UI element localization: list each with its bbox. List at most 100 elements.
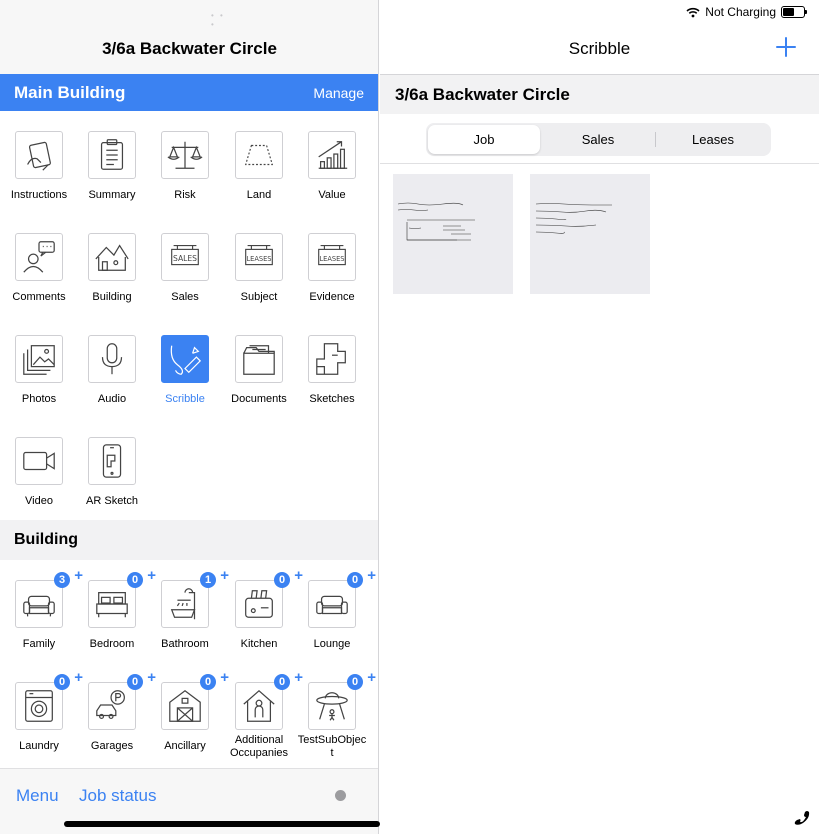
leases-sign-text: LEASES xyxy=(319,255,344,263)
tile-scribble[interactable]: Scribble xyxy=(145,335,225,406)
tile-evidence-box: LEASES xyxy=(308,233,356,281)
room-label: Bathroom xyxy=(161,638,209,650)
tile-label: Summary xyxy=(88,189,136,201)
segment-bar: Job Sales Leases xyxy=(380,114,819,164)
add-room-plus-icon[interactable]: + xyxy=(367,568,376,583)
tile-evidence[interactable]: LEASES Evidence xyxy=(292,233,372,304)
washing-machine-icon xyxy=(25,690,53,722)
tile-subject[interactable]: LEASES Subject xyxy=(219,233,299,304)
tile-value-box xyxy=(308,131,356,179)
tile-subject-box: LEASES xyxy=(235,233,283,281)
status-indicator-dot xyxy=(335,790,346,801)
scribble-preview-image xyxy=(535,203,612,234)
menu-button[interactable]: Menu xyxy=(16,786,59,806)
parking-car-icon xyxy=(96,690,125,719)
growth-chart-icon xyxy=(318,141,348,169)
sofa-icon xyxy=(23,595,55,617)
battery-icon xyxy=(781,6,807,18)
tile-label: Sales xyxy=(171,291,199,303)
room-additional-occupanies[interactable]: 0 + Additional Occupanies xyxy=(219,670,303,760)
room-label: Laundry xyxy=(19,740,59,752)
room-label: Lounge xyxy=(313,638,351,650)
building-section-header: Building xyxy=(0,520,378,560)
tile-risk[interactable]: Risk xyxy=(145,131,225,202)
main-building-title: Main Building xyxy=(14,83,126,102)
tile-label: Building xyxy=(92,291,132,303)
tile-ar-sketch[interactable]: AR Sketch xyxy=(72,437,152,508)
leases-sign-icon: LEASES xyxy=(318,245,346,266)
tile-label: Land xyxy=(246,189,272,201)
left-nav-bar: • • • 3/6a Backwater Circle xyxy=(0,0,378,74)
status-bar: Not Charging xyxy=(686,5,807,19)
add-room-plus-icon[interactable]: + xyxy=(367,670,376,685)
tile-label: Sketches xyxy=(309,393,355,405)
tile-video[interactable]: Video xyxy=(0,437,79,508)
tile-sketches[interactable]: Sketches xyxy=(292,335,372,406)
clipboard-icon xyxy=(100,139,124,170)
job-status-button[interactable]: Job status xyxy=(79,786,157,806)
instructions-icon xyxy=(27,141,51,171)
segment-job[interactable]: Job xyxy=(428,125,540,154)
segment-leases[interactable]: Leases xyxy=(657,125,769,154)
add-plus-icon[interactable] xyxy=(775,36,797,58)
manage-button[interactable]: Manage xyxy=(313,85,364,101)
room-count-badge: 0 xyxy=(347,674,363,690)
video-camera-icon xyxy=(23,451,55,471)
scribble-thumbnail[interactable] xyxy=(393,174,513,294)
room-count-badge: 0 xyxy=(127,572,143,588)
room-family[interactable]: 3 + Family xyxy=(0,568,83,651)
room-count-badge: 3 xyxy=(54,572,70,588)
microphone-icon xyxy=(101,343,123,375)
tile-audio[interactable]: Audio xyxy=(72,335,152,406)
property-subtitle: 3/6a Backwater Circle xyxy=(395,85,570,104)
tile-label: Comments xyxy=(12,291,66,303)
room-lounge[interactable]: 0 + Lounge xyxy=(292,568,376,651)
tile-label: Audio xyxy=(97,393,127,405)
room-ancillary[interactable]: 0 + Ancillary xyxy=(145,670,229,753)
tile-label: Documents xyxy=(231,393,287,405)
room-bathroom[interactable]: 1 + Bathroom xyxy=(145,568,229,651)
tile-value[interactable]: Value xyxy=(292,131,372,202)
pen-scribble-icon xyxy=(170,345,202,375)
room-kitchen[interactable]: 0 + Kitchen xyxy=(219,568,303,651)
room-label: Garages xyxy=(90,740,134,752)
couch-icon xyxy=(316,595,348,615)
tile-building[interactable]: Building xyxy=(72,233,152,304)
tile-label: Subject xyxy=(240,291,278,303)
tile-ar-sketch-box xyxy=(88,437,136,485)
toaster-icon xyxy=(245,590,273,618)
tile-label: Instructions xyxy=(10,189,68,201)
sales-sign-text: SALES xyxy=(173,254,197,263)
room-count-badge: 0 xyxy=(127,674,143,690)
tile-documents[interactable]: Documents xyxy=(219,335,299,406)
floorplan-icon xyxy=(316,343,346,375)
tile-summary[interactable]: Summary xyxy=(72,131,152,202)
scribble-thumbnail[interactable] xyxy=(530,174,650,294)
room-bedroom[interactable]: 0 + Bedroom xyxy=(72,568,156,651)
scales-icon xyxy=(167,141,203,169)
room-garages[interactable]: 0 + Garages xyxy=(72,670,156,753)
room-laundry[interactable]: 0 + Laundry xyxy=(0,670,83,753)
tile-comments-box xyxy=(15,233,63,281)
tile-photos[interactable]: Photos xyxy=(0,335,79,406)
tile-label: Scribble xyxy=(165,393,205,405)
room-count-badge: 0 xyxy=(347,572,363,588)
room-label: Kitchen xyxy=(240,638,278,650)
room-bathroom-box: 1 + xyxy=(161,568,229,628)
tile-land[interactable]: Land xyxy=(219,131,299,202)
sales-sign-icon: SALES xyxy=(171,245,199,266)
room-count-badge: 1 xyxy=(200,572,216,588)
tile-comments[interactable]: Comments xyxy=(0,233,79,304)
person-speech-icon xyxy=(23,241,55,273)
left-pane: • • • 3/6a Backwater Circle Main Buildin… xyxy=(0,0,379,834)
home-indicator[interactable] xyxy=(64,821,380,827)
room-testsubobject[interactable]: 0 + TestSubObject xyxy=(292,670,376,760)
multitasking-handle[interactable]: • • • xyxy=(211,11,233,29)
tile-sales[interactable]: SALES Sales xyxy=(145,233,225,304)
tile-label: Evidence xyxy=(309,291,355,303)
segment-sales[interactable]: Sales xyxy=(542,125,654,154)
phone-call-icon[interactable] xyxy=(793,808,811,826)
tile-instructions[interactable]: Instructions xyxy=(0,131,79,202)
barn-icon xyxy=(169,690,201,722)
bed-icon xyxy=(96,591,128,618)
